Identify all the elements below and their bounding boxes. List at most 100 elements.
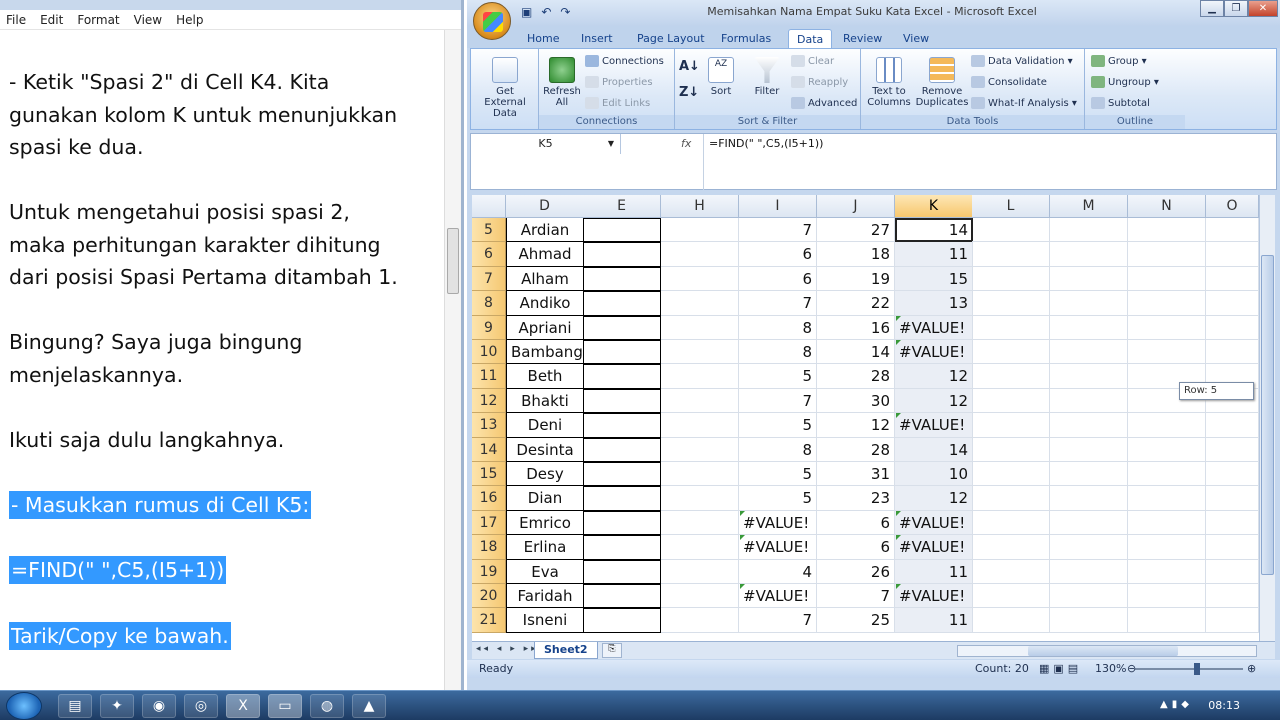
notepad-scrollbar[interactable]: [444, 30, 461, 690]
cell-k10[interactable]: #VALUE!: [895, 340, 973, 365]
cell-d10[interactable]: Bambang: [506, 340, 584, 365]
cell-j15[interactable]: 31: [817, 462, 895, 487]
consolidate-button[interactable]: Consolidate: [971, 76, 1047, 88]
cell-j11[interactable]: 28: [817, 364, 895, 389]
cell-k20[interactable]: #VALUE!: [895, 584, 973, 609]
zoom-slider-thumb[interactable]: [1194, 663, 1200, 675]
cell-j5[interactable]: 27: [817, 218, 895, 243]
chevron-down-icon[interactable]: ▼: [608, 134, 614, 154]
cell-j18[interactable]: 6: [817, 535, 895, 560]
cell-o8[interactable]: [1206, 291, 1259, 316]
cell-h21[interactable]: [661, 608, 739, 633]
firefox-icon[interactable]: ◉: [142, 694, 176, 718]
cell-m13[interactable]: [1050, 413, 1128, 438]
cell-e18[interactable]: [583, 535, 661, 560]
zoom-level[interactable]: 130%: [1095, 660, 1126, 678]
cell-l12[interactable]: [972, 388, 1050, 414]
cell-n7[interactable]: [1128, 266, 1206, 292]
cell-k17[interactable]: #VALUE!: [895, 510, 973, 536]
cell-m7[interactable]: [1050, 266, 1128, 292]
cell-k11[interactable]: 12: [895, 364, 973, 389]
cell-m20[interactable]: [1050, 584, 1128, 609]
cell-j21[interactable]: 25: [817, 608, 895, 633]
cell-j10[interactable]: 14: [817, 340, 895, 365]
cell-o15[interactable]: [1206, 462, 1259, 487]
cell-i13[interactable]: 5: [739, 413, 817, 438]
subtotal-button[interactable]: Subtotal: [1091, 97, 1150, 109]
cell-l6[interactable]: [972, 242, 1050, 267]
cell-h16[interactable]: [661, 486, 739, 511]
cell-e14[interactable]: [583, 437, 661, 462]
cell-j12[interactable]: 30: [817, 388, 895, 414]
cell-l13[interactable]: [972, 413, 1050, 438]
cell-i19[interactable]: 4: [739, 559, 817, 584]
cell-l17[interactable]: [972, 510, 1050, 536]
explorer-icon[interactable]: ▤: [58, 694, 92, 718]
cell-e5[interactable]: [583, 218, 661, 243]
cell-d14[interactable]: Desinta: [506, 437, 584, 462]
quick-access-toolbar[interactable]: ▣↶↷: [521, 5, 579, 19]
tab-review[interactable]: Review: [843, 29, 882, 48]
cell-i14[interactable]: 8: [739, 437, 817, 462]
row-header[interactable]: 13: [472, 413, 506, 438]
cell-e20[interactable]: [583, 584, 661, 609]
app-icon[interactable]: ✦: [100, 694, 134, 718]
properties-button[interactable]: Properties: [585, 76, 653, 88]
cell-h7[interactable]: [661, 266, 739, 292]
cell-h18[interactable]: [661, 535, 739, 560]
cell-k19[interactable]: 11: [895, 559, 973, 584]
row-header[interactable]: 11: [472, 364, 506, 389]
cell-k9[interactable]: #VALUE!: [895, 315, 973, 340]
cell-d7[interactable]: Alham: [506, 266, 584, 292]
cell-e11[interactable]: [583, 364, 661, 389]
minimize-button[interactable]: ▁: [1200, 0, 1224, 17]
cell-h9[interactable]: [661, 315, 739, 340]
cell-m19[interactable]: [1050, 559, 1128, 584]
cell-n8[interactable]: [1128, 291, 1206, 316]
cell-n18[interactable]: [1128, 535, 1206, 560]
cell-n14[interactable]: [1128, 437, 1206, 462]
menu-help[interactable]: Help: [176, 13, 203, 27]
row-header[interactable]: 8: [472, 291, 506, 316]
advanced-button[interactable]: Advanced: [791, 97, 857, 109]
row-header[interactable]: 18: [472, 535, 506, 560]
cell-i7[interactable]: 6: [739, 266, 817, 292]
vertical-scrollbar[interactable]: [1259, 195, 1275, 641]
tab-page-layout[interactable]: Page Layout: [637, 29, 705, 48]
cell-e21[interactable]: [583, 608, 661, 633]
column-header-i[interactable]: I: [739, 195, 817, 218]
cell-o6[interactable]: [1206, 242, 1259, 267]
connections-button[interactable]: Connections: [585, 55, 664, 67]
reapply-button[interactable]: Reapply: [791, 76, 848, 88]
cell-o20[interactable]: [1206, 584, 1259, 609]
cell-o13[interactable]: [1206, 413, 1259, 438]
column-header-j[interactable]: J: [817, 195, 895, 218]
notepad-taskbar-icon[interactable]: ▭: [268, 694, 302, 718]
scrollbar-thumb[interactable]: [447, 228, 459, 294]
cell-i21[interactable]: 7: [739, 608, 817, 633]
filter-button[interactable]: Filter: [747, 57, 787, 97]
close-button[interactable]: ✕: [1248, 0, 1278, 17]
cell-n5[interactable]: [1128, 218, 1206, 243]
cell-i20[interactable]: #VALUE!: [739, 584, 817, 609]
notepad-text-area[interactable]: - Ketik "Spasi 2" di Cell K4. Kita gunak…: [9, 66, 441, 652]
cell-k14[interactable]: 14: [895, 437, 973, 462]
cell-m21[interactable]: [1050, 608, 1128, 633]
cell-i16[interactable]: 5: [739, 486, 817, 511]
cell-d11[interactable]: Beth: [506, 364, 584, 389]
cell-l16[interactable]: [972, 486, 1050, 511]
cell-e9[interactable]: [583, 315, 661, 340]
row-header[interactable]: 15: [472, 462, 506, 487]
cell-k6[interactable]: 11: [895, 242, 973, 267]
cell-j17[interactable]: 6: [817, 510, 895, 536]
select-all-corner[interactable]: [472, 195, 506, 218]
cell-l20[interactable]: [972, 584, 1050, 609]
edit-links-button[interactable]: Edit Links: [585, 97, 650, 109]
undo-icon[interactable]: ↶: [541, 5, 560, 19]
tab-data[interactable]: Data: [788, 29, 833, 48]
column-header-m[interactable]: M: [1050, 195, 1128, 218]
cell-d19[interactable]: Eva: [506, 559, 584, 584]
cell-l15[interactable]: [972, 462, 1050, 487]
menu-file[interactable]: File: [6, 13, 26, 27]
sort-button[interactable]: AZ Sort: [703, 57, 739, 97]
